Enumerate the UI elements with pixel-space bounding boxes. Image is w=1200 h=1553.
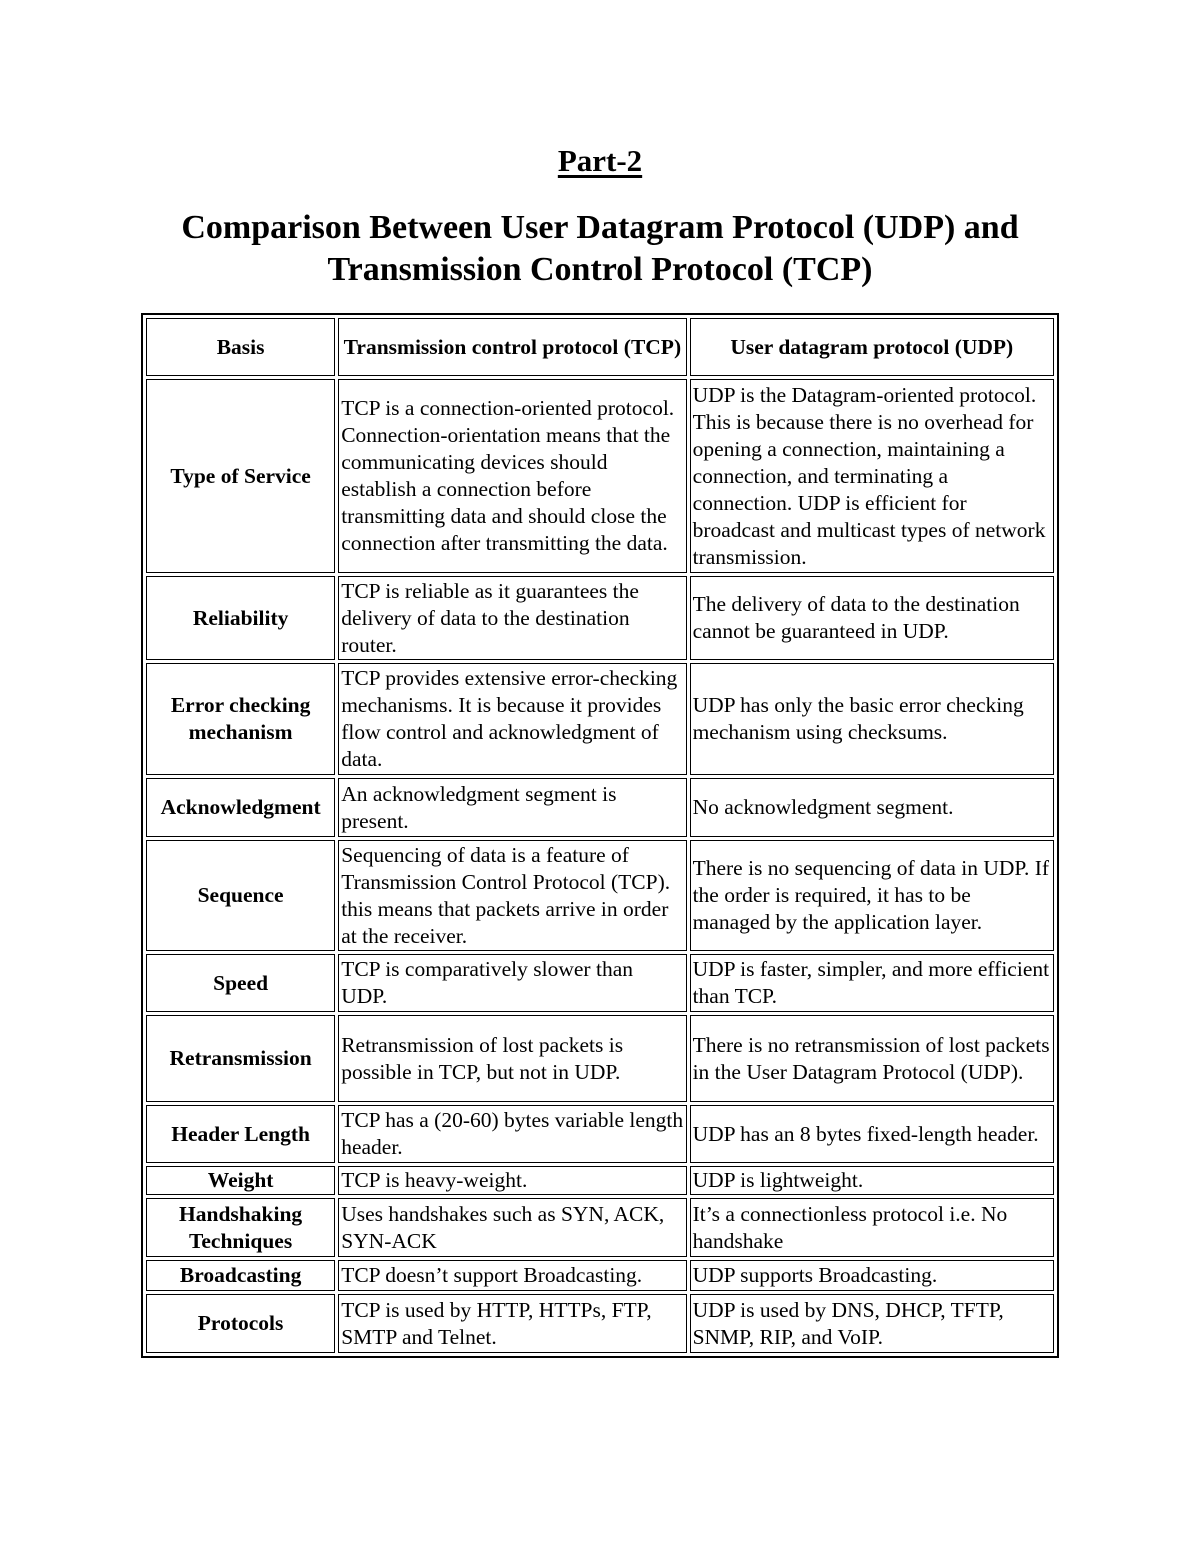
cell-tcp: TCP has a (20-60) bytes variable length …: [338, 1105, 687, 1163]
cell-udp: The delivery of data to the destination …: [689, 576, 1054, 660]
cell-udp: UDP is the Datagram-oriented protocol. T…: [689, 379, 1054, 573]
part-heading: Part-2: [557, 143, 643, 178]
cell-tcp: TCP doesn’t support Broadcasting.: [338, 1260, 687, 1291]
comparison-table: Basis Transmission control protocol (TCP…: [141, 313, 1059, 1358]
table-row: Retransmission Retransmission of lost pac…: [146, 1015, 1054, 1102]
cell-udp: UDP has an 8 bytes fixed-length header.: [689, 1105, 1054, 1163]
table-row: Error checking mechanism TCP provides ext…: [146, 663, 1054, 775]
cell-tcp: TCP is comparatively slower than UDP.: [338, 954, 687, 1012]
cell-tcp: Sequencing of data is a feature of Trans…: [338, 840, 687, 951]
cell-udp: UDP is faster, simpler, and more efficie…: [689, 954, 1054, 1012]
cell-basis: Speed: [146, 954, 336, 1012]
table-row: Type of Service TCP is a connection-orien…: [146, 379, 1054, 573]
table-row: Sequence Sequencing of data is a feature …: [146, 840, 1054, 951]
cell-tcp: Retransmission of lost packets is possib…: [338, 1015, 687, 1102]
cell-basis: Weight: [146, 1166, 336, 1195]
table-row: Broadcasting TCP doesn’t support Broadcas…: [146, 1260, 1054, 1291]
cell-basis: Header Length: [146, 1105, 336, 1163]
table-row: Protocols TCP is used by HTTP, HTTPs, FTP…: [146, 1294, 1054, 1353]
title-line-2: Transmission Control Protocol (TCP): [327, 251, 873, 288]
cell-udp: It’s a connectionless protocol i.e. No h…: [689, 1198, 1054, 1257]
table-row: Weight TCP is heavy-weight. UDP is lightwe…: [146, 1166, 1054, 1195]
cell-basis: Broadcasting: [146, 1260, 336, 1291]
cell-tcp: An acknowledgment segment is present.: [338, 778, 687, 837]
cell-tcp: TCP is a connection-oriented protocol. C…: [338, 379, 687, 573]
header-tcp: Transmission control protocol (TCP): [338, 318, 687, 376]
cell-udp: There is no sequencing of data in UDP. I…: [689, 840, 1054, 951]
cell-basis: Retransmission: [146, 1015, 336, 1102]
cell-udp: UDP has only the basic error checking me…: [689, 663, 1054, 775]
cell-basis: Reliability: [146, 576, 336, 660]
table-row: Acknowledgment An acknowledgment segment …: [146, 778, 1054, 837]
cell-udp: UDP supports Broadcasting.: [689, 1260, 1054, 1291]
cell-basis: Sequence: [146, 840, 336, 951]
document-title: Comparison Between User Datagram Protoco…: [0, 207, 1200, 291]
table-row: Speed TCP is comparatively slower than UD…: [146, 954, 1054, 1012]
cell-basis: Type of Service: [146, 379, 336, 573]
cell-basis: Protocols: [146, 1294, 336, 1353]
cell-tcp: TCP provides extensive error-checking me…: [338, 663, 687, 775]
cell-udp: There is no retransmission of lost packe…: [689, 1015, 1054, 1102]
cell-udp: No acknowledgment segment.: [689, 778, 1054, 837]
table-row: Handshaking Techniques Uses handshakes su…: [146, 1198, 1054, 1257]
cell-udp: UDP is lightweight.: [689, 1166, 1054, 1195]
cell-tcp: TCP is reliable as it guarantees the del…: [338, 576, 687, 660]
cell-tcp: Uses handshakes such as SYN, ACK, SYN-AC…: [338, 1198, 687, 1257]
table-row: Header Length TCP has a (20-60) bytes var…: [146, 1105, 1054, 1163]
header-udp: User datagram protocol (UDP): [689, 318, 1054, 376]
cell-basis: Handshaking Techniques: [146, 1198, 336, 1257]
cell-tcp: TCP is heavy-weight.: [338, 1166, 687, 1195]
cell-udp: UDP is used by DNS, DHCP, TFTP, SNMP, RI…: [689, 1294, 1054, 1353]
title-line-1: Comparison Between User Datagram Protoco…: [181, 209, 1019, 246]
table-header-row: Basis Transmission control protocol (TCP…: [146, 318, 1054, 376]
cell-basis: Acknowledgment: [146, 778, 336, 837]
cell-basis: Error checking mechanism: [146, 663, 336, 775]
header-basis: Basis: [146, 318, 336, 376]
table-row: Reliability TCP is reliable as it guarant…: [146, 576, 1054, 660]
cell-tcp: TCP is used by HTTP, HTTPs, FTP, SMTP an…: [338, 1294, 687, 1353]
